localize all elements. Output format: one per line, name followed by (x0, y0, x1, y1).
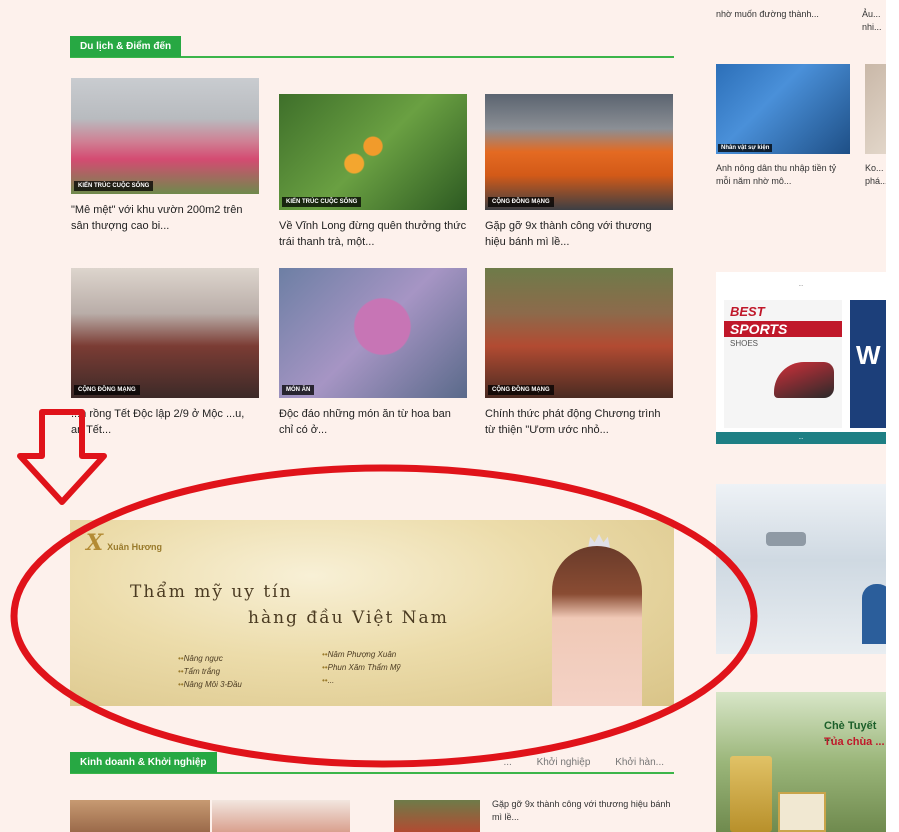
business-section-header: Kinh doanh & Khởi nghiệp ... Khởi nghiệp… (70, 752, 674, 774)
category-badge: Món ăn (282, 385, 315, 395)
service-item: Nâng Môi 3-Đầu (178, 678, 242, 691)
sidebar-video-title[interactable]: Anh nông dân thu nhập tiền tỷ mỗi năm nh… (716, 162, 850, 188)
article-card[interactable]: Cộng đồng mạng Gặp gỡ 9x thành công với … (485, 94, 673, 250)
category-badge: Kiến trúc cuộc sống (282, 197, 362, 207)
sidebar-snippet-text-2: Ảu... nhi... (862, 9, 882, 32)
service-item: Nâm Phượng Xuân (322, 648, 401, 661)
clinic-ad[interactable] (716, 484, 886, 654)
category-badge: Cộng đồng mạng (74, 385, 140, 395)
banner-brand: Xuân Hương (107, 542, 162, 552)
tea-box (730, 756, 772, 832)
tea-ad-sub: Tủa chùa ... (824, 736, 885, 748)
article-thumbnail[interactable]: Cộng đồng mạng (71, 268, 259, 398)
sidebar-snippet-top-2[interactable]: Ảu... nhi... (862, 8, 886, 34)
service-item: Tẩm trắng (178, 665, 242, 678)
banner-logo-mark: X (86, 530, 104, 556)
article-title[interactable]: ...n rồng Tết Độc lập 2/9 ở Mộc ...u, an… (71, 406, 259, 438)
article-title[interactable]: Độc đáo những món ăn từ hoa ban chỉ có ở… (279, 406, 467, 438)
video-thumbnail[interactable]: Nhân vật sự kiện (716, 64, 850, 154)
ad-sports-text: SPORTS (724, 321, 842, 337)
category-badge: Kiến trúc cuộc sống (74, 181, 154, 191)
article-card[interactable]: Kiến trúc cuộc sống Về Vĩnh Long đừng qu… (279, 94, 467, 250)
sidebar-video-title-2[interactable]: Ko... phá... (865, 162, 886, 188)
article-card[interactable]: Kiến trúc cuộc sống "Mê mệt" với khu vườ… (71, 78, 259, 234)
shoe-image (774, 362, 834, 398)
category-badge: Cộng đồng mạng (488, 385, 554, 395)
banner-services-left: Nâng ngực Tẩm trắng Nâng Môi 3-Đầu (178, 652, 242, 691)
subnav-item[interactable]: ... (503, 757, 511, 768)
sidebar-snippet-text: nhờ muốn đường thành... (716, 9, 819, 19)
video-thumbnail-2[interactable] (865, 64, 886, 154)
article-thumbnail[interactable]: Cộng đồng mạng (485, 94, 673, 210)
article-thumbnail[interactable]: Kiến trúc cuộc sống (279, 94, 467, 210)
cosmetic-banner-ad[interactable]: X Xuân Hương Thẩm mỹ uy tín hàng đầu Việt… (70, 520, 674, 706)
service-item: ... (322, 674, 401, 687)
article-thumbnail[interactable]: Kiến trúc cuộc sống (71, 78, 259, 194)
business-thumb-1[interactable] (70, 800, 210, 832)
banner-services-right: Nâm Phượng Xuân Phun Xăm Thẩm Mỹ ... (322, 648, 401, 687)
tea-box-2 (778, 792, 826, 832)
doctor-figure (862, 584, 886, 644)
category-badge: Cộng đồng mạng (488, 197, 554, 207)
ad-top-text: ... (798, 282, 804, 288)
sidebar-video-card-2[interactable]: Ko... phá... (865, 64, 886, 188)
ad-footer: ... (716, 432, 886, 444)
sidebar-snippet-top[interactable]: nhờ muốn đường thành... (716, 8, 846, 21)
travel-section-header: Du lịch & Điểm đến (70, 36, 674, 58)
banner-model-image (552, 546, 642, 706)
banner-logo: X Xuân Hương (86, 530, 162, 556)
ad-right-panel: W (850, 300, 886, 428)
article-title[interactable]: Chính thức phát động Chương trình từ thi… (485, 406, 673, 438)
clinic-lamp (766, 532, 806, 546)
subnav-item[interactable]: Khởi hàn... (615, 757, 664, 768)
ad-shoes-text: SHOES (730, 339, 759, 348)
article-title[interactable]: "Mê mệt" với khu vườn 200m2 trên sân thư… (71, 202, 259, 234)
business-section-tag[interactable]: Kinh doanh & Khởi nghiệp (70, 752, 217, 773)
service-item: Nâng ngực (178, 652, 242, 665)
travel-section-tag[interactable]: Du lịch & Điểm đến (70, 36, 182, 57)
article-title[interactable]: Về Vĩnh Long đừng quên thưởng thức trái … (279, 218, 467, 250)
service-item: Phun Xăm Thẩm Mỹ (322, 661, 401, 674)
subnav-item[interactable]: Khởi nghiệp (537, 757, 591, 768)
banner-headline-2: hàng đầu Việt Nam (248, 608, 449, 628)
banner-headline-1: Thẩm mỹ uy tín (130, 582, 293, 602)
tea-ad[interactable]: Chè Tuyết ... Tủa chùa ... (716, 692, 886, 832)
article-thumbnail[interactable]: Món ăn (279, 268, 467, 398)
category-badge: Nhân vật sự kiện (718, 144, 773, 152)
business-thumb-3[interactable] (394, 800, 480, 832)
sports-ad[interactable]: ... BEST SPORTS SHOES W ... (716, 272, 886, 444)
article-thumbnail[interactable]: Cộng đồng mạng (485, 268, 673, 398)
article-card[interactable]: Cộng đồng mạng ...n rồng Tết Độc lập 2/9… (71, 268, 259, 438)
sidebar-video-card[interactable]: Nhân vật sự kiện Anh nông dân thu nhập t… (716, 64, 850, 188)
article-card[interactable]: Món ăn Độc đáo những món ăn từ hoa ban c… (279, 268, 467, 438)
business-thumb-2[interactable] (212, 800, 350, 832)
article-title[interactable]: Gặp gỡ 9x thành công với thương hiệu bán… (485, 218, 673, 250)
business-subnav: ... Khởi nghiệp Khởi hàn... (481, 752, 664, 773)
ad-best-text: BEST (730, 304, 765, 319)
business-article-title[interactable]: Gặp gỡ 9x thành công với thương hiệu bán… (492, 798, 676, 824)
article-card[interactable]: Cộng đồng mạng Chính thức phát động Chươ… (485, 268, 673, 438)
right-margin (886, 0, 899, 832)
ad-panel: BEST SPORTS SHOES (724, 300, 842, 428)
